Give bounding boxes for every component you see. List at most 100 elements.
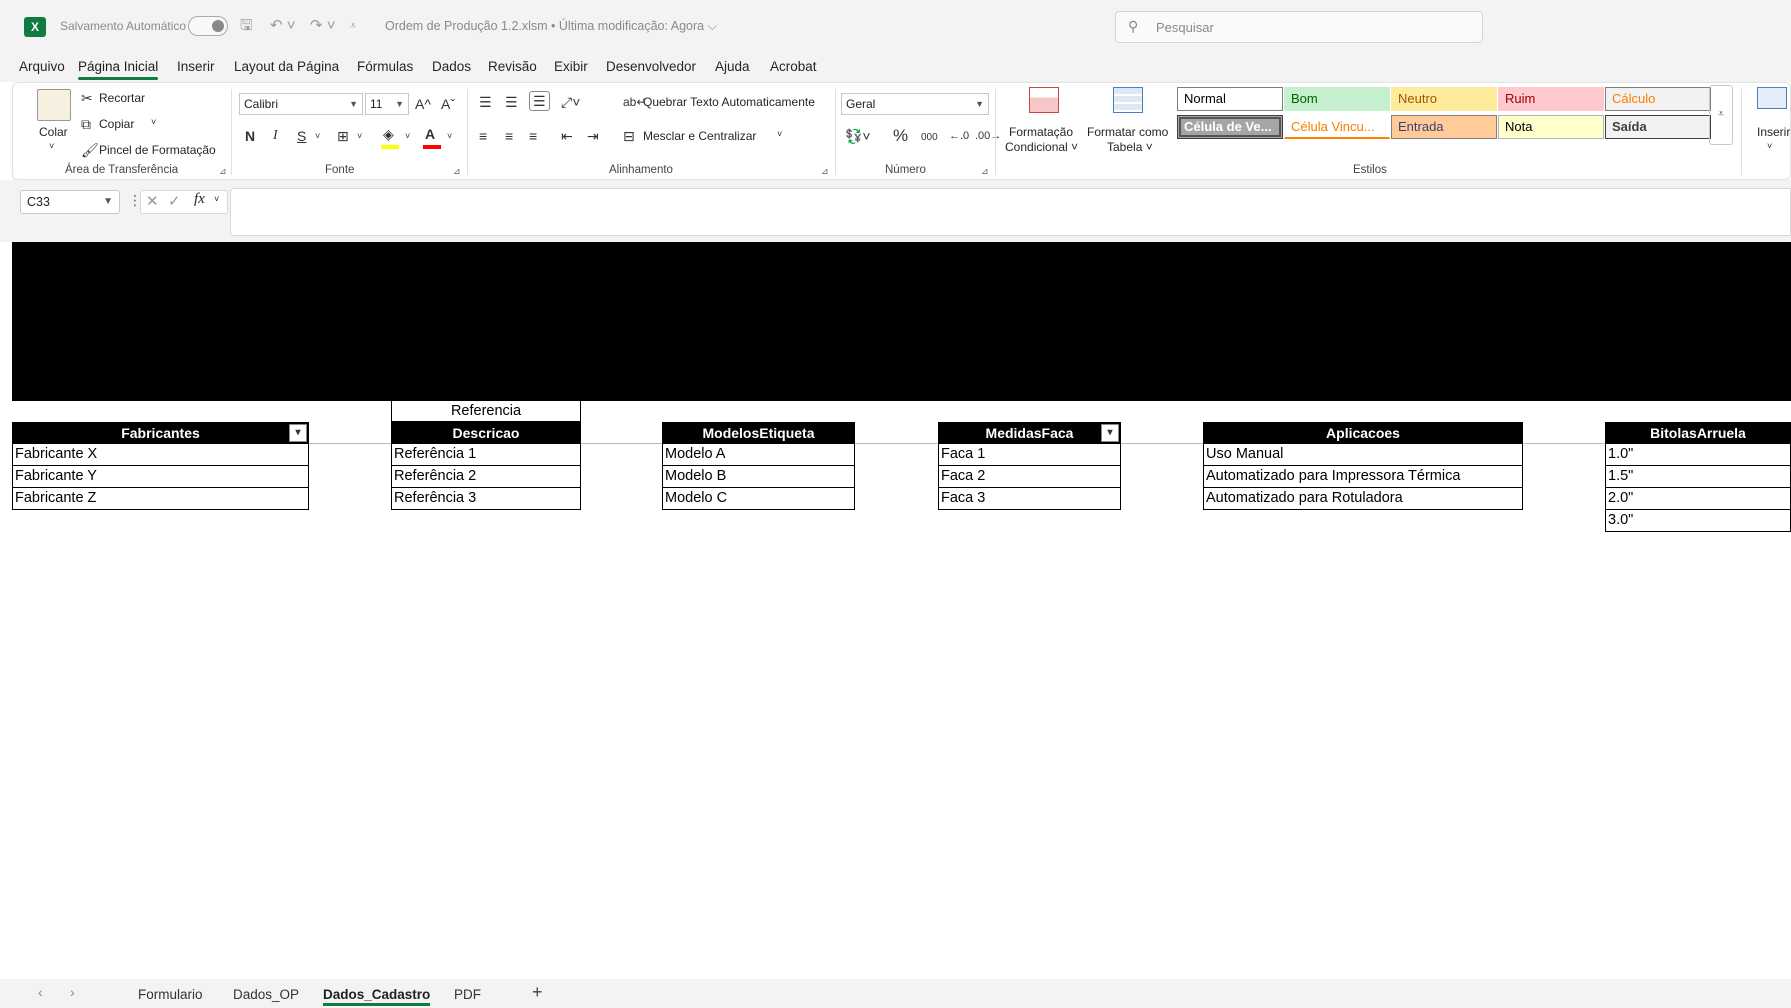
table-cell[interactable]: Modelo B — [662, 466, 855, 488]
tab-revisao[interactable]: Revisão — [488, 59, 537, 74]
sheet-tab-dados-op[interactable]: Dados_OP — [233, 987, 299, 1002]
name-box[interactable]: C33 ▼ — [20, 190, 120, 214]
table-header[interactable]: Fabricantes ▾ — [12, 422, 309, 444]
table-cell[interactable]: Referência 3 — [391, 488, 581, 510]
align-left-icon[interactable]: ≡ — [479, 127, 487, 145]
decrease-indent-icon[interactable]: ⇤ — [561, 127, 573, 145]
table-cell[interactable]: Fabricante Z — [12, 488, 309, 510]
tab-formulas[interactable]: Fórmulas — [357, 59, 413, 74]
sheet-tab-dados-cadastro[interactable]: Dados_Cadastro — [323, 987, 431, 1006]
document-title[interactable]: Ordem de Produção 1.2.xlsm • Última modi… — [385, 19, 717, 34]
autosave-toggle[interactable] — [188, 16, 228, 36]
paste-dropdown-icon[interactable]: ˅ — [49, 141, 54, 151]
formula-input[interactable] — [230, 188, 1791, 236]
function-dropdown-icon[interactable]: ˅ — [214, 194, 219, 204]
align-right-icon[interactable]: ≡ — [529, 127, 537, 145]
table-cell[interactable]: Referência 2 — [391, 466, 581, 488]
sheet-tab-formulario[interactable]: Formulario — [138, 987, 203, 1002]
tab-exibir[interactable]: Exibir — [554, 59, 588, 74]
tab-pagina-inicial[interactable]: Página Inicial — [78, 59, 159, 80]
align-bottom-icon[interactable]: ☰ — [529, 91, 550, 111]
underline-button[interactable]: S — [297, 127, 306, 145]
undo-icon[interactable]: ↶ ˅ — [270, 16, 296, 36]
format-painter-button[interactable]: Pincel de Formatação — [99, 143, 216, 157]
currency-icon[interactable]: 💱˅ — [845, 127, 871, 145]
insert-function-icon[interactable]: fx — [194, 191, 205, 208]
table-cell[interactable]: Faca 1 — [938, 444, 1121, 466]
italic-button[interactable]: I — [273, 127, 278, 145]
table-cell[interactable]: Faca 2 — [938, 466, 1121, 488]
paste-button[interactable]: Colar — [39, 125, 68, 139]
cell-style-option[interactable]: Célula Vincu... — [1284, 115, 1390, 139]
increase-font-icon[interactable]: A^ — [415, 95, 431, 113]
cell-style-option[interactable]: Normal — [1177, 87, 1283, 111]
tab-acrobat[interactable]: Acrobat — [770, 59, 817, 74]
table-cell[interactable]: Modelo A — [662, 444, 855, 466]
format-as-table-button-line2[interactable]: Tabela ˅ — [1107, 140, 1153, 154]
confirm-icon[interactable]: ✓ — [168, 192, 181, 210]
wrap-text-button[interactable]: Quebrar Texto Automaticamente — [643, 95, 815, 109]
tab-desenvolvedor[interactable]: Desenvolvedor — [606, 59, 696, 74]
table-cell[interactable]: 1.5" — [1605, 466, 1791, 488]
table-cell[interactable]: Fabricante Y — [12, 466, 309, 488]
fill-color-icon[interactable]: ◈ — [383, 125, 394, 143]
sheet-tab-pdf[interactable]: PDF — [454, 987, 481, 1002]
table-cell[interactable]: 1.0" — [1605, 444, 1791, 466]
format-as-table-button[interactable]: Formatar como — [1087, 125, 1168, 139]
percent-button[interactable]: % — [893, 127, 908, 145]
fill-color-dropdown-icon[interactable]: ˅ — [405, 127, 410, 145]
table-header[interactable]: Aplicacoes — [1203, 422, 1523, 444]
borders-icon[interactable]: ⊞ — [337, 127, 349, 145]
cell-style-option[interactable]: Ruim — [1498, 87, 1604, 111]
number-launcher-icon[interactable]: ⊿ — [981, 166, 989, 177]
merge-center-button[interactable]: Mesclar e Centralizar — [643, 129, 756, 143]
insert-cells-button[interactable]: Inserir — [1757, 125, 1790, 139]
borders-dropdown-icon[interactable]: ˅ — [357, 127, 362, 145]
tab-arquivo[interactable]: Arquivo — [19, 59, 65, 74]
table-header[interactable]: BitolasArruela — [1605, 422, 1791, 444]
number-format-select[interactable]: Geral ▼ — [841, 93, 989, 115]
table-cell[interactable]: 3.0" — [1605, 510, 1791, 532]
copy-dropdown-icon[interactable]: ˅ — [151, 117, 156, 127]
font-name-select[interactable]: Calibri ▼ — [239, 93, 363, 115]
table-cell[interactable]: 2.0" — [1605, 488, 1791, 510]
redo-icon[interactable]: ↷ ˅ — [310, 16, 336, 36]
table-header[interactable]: Descricao — [391, 422, 581, 444]
cell-style-option[interactable]: Saída — [1605, 115, 1711, 139]
tab-inserir[interactable]: Inserir — [177, 59, 215, 74]
table-cell[interactable]: Fabricante X — [12, 444, 309, 466]
decrease-decimal-icon[interactable]: .00→ — [975, 127, 1001, 145]
decrease-font-icon[interactable]: Aˇ — [441, 95, 455, 113]
font-color-icon[interactable]: A — [425, 125, 435, 143]
worksheet-grid[interactable]: Referencia Fabricantes ▾ Fabricante X Fab… — [12, 242, 1791, 979]
font-color-dropdown-icon[interactable]: ˅ — [447, 127, 452, 145]
search-input[interactable] — [1156, 17, 1456, 37]
thousands-button[interactable]: 000 — [921, 129, 938, 147]
cell-style-option[interactable]: Cálculo — [1605, 87, 1711, 111]
table-header[interactable]: ModelosEtiqueta — [662, 422, 855, 444]
copy-button[interactable]: Copiar — [99, 117, 134, 131]
cell-style-option[interactable]: Bom — [1284, 87, 1390, 111]
cut-button[interactable]: Recortar — [99, 91, 145, 105]
increase-decimal-icon[interactable]: ←.0 — [949, 127, 969, 145]
cancel-icon[interactable]: ✕ — [146, 192, 159, 210]
increase-indent-icon[interactable]: ⇥ — [587, 127, 599, 145]
align-center-icon[interactable]: ≡ — [505, 127, 513, 145]
table-cell[interactable]: Automatizado para Impressora Térmica — [1203, 466, 1523, 488]
font-size-select[interactable]: 11 ▼ — [365, 93, 409, 115]
align-top-icon[interactable]: ☰ — [479, 93, 492, 111]
table-cell[interactable]: Faca 3 — [938, 488, 1121, 510]
paste-icon[interactable] — [37, 89, 71, 121]
add-sheet-button[interactable]: + — [532, 982, 543, 1003]
cell-style-option[interactable]: Célula de Ve... — [1177, 115, 1283, 139]
font-launcher-icon[interactable]: ⊿ — [453, 166, 461, 177]
search-box[interactable]: ⚲ — [1115, 11, 1483, 43]
clipboard-launcher-icon[interactable]: ⊿ — [219, 166, 227, 177]
merge-dropdown-icon[interactable]: ˅ — [777, 129, 782, 139]
table-cell[interactable]: Automatizado para Rotuladora — [1203, 488, 1523, 510]
alignment-launcher-icon[interactable]: ⊿ — [821, 166, 829, 177]
referencia-cell[interactable]: Referencia — [391, 400, 581, 422]
save-icon[interactable]: 🖫 — [240, 16, 253, 36]
orientation-icon[interactable]: ⤢˅ — [561, 93, 580, 111]
tab-layout-da-pagina[interactable]: Layout da Página — [234, 59, 339, 74]
